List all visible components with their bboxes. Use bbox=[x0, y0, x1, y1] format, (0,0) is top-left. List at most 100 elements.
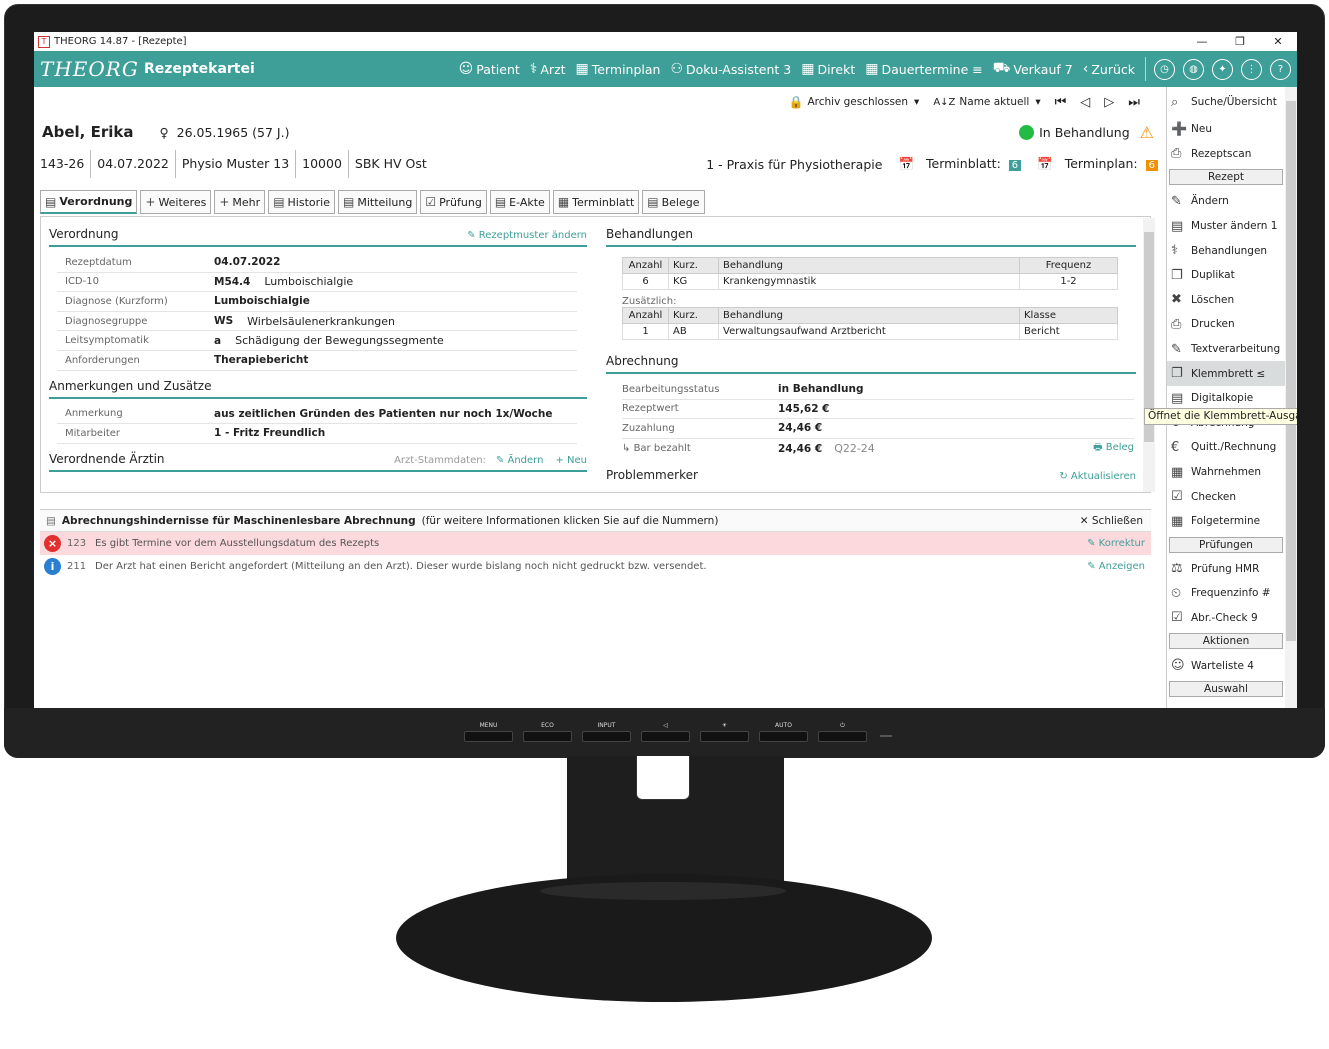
bar-value: 24,46 € bbox=[778, 442, 823, 455]
sidebar-item-muster[interactable]: ▤ Muster ändern 1 bbox=[1167, 214, 1297, 239]
sidebar-item-löschen[interactable]: ✖ Löschen bbox=[1167, 288, 1297, 313]
column-header: Behandlung bbox=[718, 257, 1020, 274]
nav-dauertermine[interactable]: ▦ Dauertermine ≡ bbox=[865, 61, 983, 77]
table-row[interactable]: 6 KG Krankengymnastik 1-2 bbox=[622, 273, 1118, 290]
next-record-icon[interactable]: ▷ bbox=[1104, 95, 1128, 110]
obstacle-row[interactable]: i 211 Der Arzt hat einen Bericht angeforde… bbox=[40, 555, 1151, 578]
sidebar-item-klemmbrett[interactable]: ❐ Klemmbrett ≤ bbox=[1167, 361, 1297, 386]
tab-belege[interactable]: ▤ Belege bbox=[642, 190, 705, 214]
row-key: Anmerkung bbox=[65, 408, 123, 420]
sidebar-item-rezeptscan[interactable]: ⎙ Rezeptscan bbox=[1167, 142, 1297, 167]
sidebar-item-frequenzinfo[interactable]: ⏲ Frequenzinfo # bbox=[1167, 581, 1297, 606]
sidebar-item-ändern[interactable]: ✎ Ändern bbox=[1167, 189, 1297, 214]
link-label: Aktualisieren bbox=[1070, 471, 1136, 483]
close-icon[interactable]: ✕ bbox=[1259, 35, 1297, 48]
obstacle-number[interactable]: 123 bbox=[67, 538, 95, 549]
anmerkung-row: Mitarbeiter 1 - Fritz Freundlich bbox=[57, 424, 577, 444]
nav-terminplan[interactable]: ▦ Terminplan bbox=[576, 61, 661, 77]
tab-weiteres[interactable]: + Weiteres bbox=[140, 190, 212, 214]
tab-mehr[interactable]: + Mehr bbox=[214, 190, 266, 214]
nav-doku-assistent[interactable]: ⚇ Doku-Assistent 3 bbox=[670, 61, 791, 77]
help-icon[interactable]: ? bbox=[1270, 58, 1291, 80]
sidebar-item-selektion[interactable]: ▤Selektion bbox=[1167, 701, 1297, 708]
patient-name[interactable]: Abel, Erika bbox=[42, 123, 133, 141]
sidebar-item-quittrechnung[interactable]: € Quitt./Rechnung bbox=[1167, 435, 1297, 460]
nav-verkauf[interactable]: ⛟ Verkauf 7 bbox=[993, 60, 1073, 78]
sidebar-item-drucken[interactable]: ⎙ Drucken bbox=[1167, 312, 1297, 337]
section-title: Behandlungen bbox=[606, 227, 693, 241]
abrechnung-row: Rezeptwert 145,62 € bbox=[622, 400, 1134, 420]
warning-icon[interactable]: ⚠ bbox=[1140, 123, 1154, 142]
obstacle-action[interactable]: ✎ Anzeigen bbox=[1087, 561, 1145, 572]
table-cell: Krankengymnastik bbox=[718, 273, 1020, 290]
window-titlebar: T THEORG 14.87 - [Rezepte] — ❐ ✕ bbox=[34, 32, 1297, 51]
sidebar-section-header: Prüfungen bbox=[1169, 536, 1283, 553]
row-value: 145,62 € bbox=[778, 402, 830, 415]
verordnung-row: ICD-10 M54.4 Lumboischialgie bbox=[57, 273, 577, 293]
tab-historie[interactable]: ▤ Historie bbox=[268, 190, 335, 214]
arzt-new-link[interactable]: + Neu bbox=[555, 455, 587, 466]
tab-eakte[interactable]: ▤ E-Akte bbox=[489, 190, 550, 214]
sidebar-icon: ❐ bbox=[1171, 366, 1183, 382]
sidebar-item-textverarbeitung[interactable]: ✎ Textverarbeitung bbox=[1167, 337, 1297, 362]
last-record-icon[interactable]: ⏭ bbox=[1128, 95, 1154, 110]
obstacle-row[interactable]: × 123 Es gibt Termine vor dem Ausstellungs… bbox=[40, 532, 1151, 555]
sidebar-item-folgetermine[interactable]: ▦ Folgetermine bbox=[1167, 509, 1297, 534]
obstacle-action[interactable]: ✎ Korrektur bbox=[1087, 538, 1145, 549]
table-row[interactable]: 1 AB Verwaltungsaufwand Arztbericht Bericht bbox=[622, 323, 1118, 340]
support-icon[interactable]: ◍ bbox=[1183, 58, 1204, 80]
refresh-link[interactable]: ↻ Aktualisieren bbox=[1059, 471, 1136, 482]
tab-icon: + bbox=[145, 195, 156, 209]
row-value: WS bbox=[214, 315, 234, 328]
sidebar-item-behandlungen[interactable]: ⚕ Behandlungen bbox=[1167, 238, 1297, 263]
tab-terminblatt[interactable]: ▦ Terminblatt bbox=[552, 190, 640, 214]
nav-direkt[interactable]: ▦ Direkt bbox=[801, 61, 855, 77]
first-record-icon[interactable]: ⏮ bbox=[1055, 95, 1081, 110]
monitor-button-key bbox=[523, 731, 572, 742]
nav-arzt[interactable]: ⚕ Arzt bbox=[530, 61, 566, 77]
sidebar-item-search[interactable]: ⌕ Suche/Übersicht bbox=[1167, 87, 1297, 117]
nav-patient[interactable]: ☺ Patient bbox=[459, 61, 520, 77]
verordnung-row: Leitsymptomatik a Schädigung der Bewegungs… bbox=[57, 331, 577, 351]
tab-mitteilung[interactable]: ▤ Mitteilung bbox=[337, 190, 418, 214]
action-sidebar: ⌕ Suche/Übersicht ➕ Neu ⎙ Rezeptscan Rezept ✎ Än… bbox=[1166, 87, 1297, 708]
patient-header: Abel, Erika ♀ 26.05.1965 (57 J.) In Behan… bbox=[34, 117, 1164, 147]
tab-prfung[interactable]: ☑ Prüfung bbox=[420, 190, 487, 214]
sidebar-item-duplikat[interactable]: ❐ Duplikat bbox=[1167, 263, 1297, 288]
sidebar-icon: ⚖ bbox=[1171, 561, 1183, 577]
calendar-icon: ▦ bbox=[801, 61, 815, 77]
sidebar-item-abrcheck[interactable]: ☑ Abr.-Check 9 bbox=[1167, 606, 1297, 631]
sort-dropdown[interactable]: A↓Z Name aktuell ▾ bbox=[933, 96, 1040, 108]
sidebar-item-warteliste[interactable]: ☺ Warteliste 4 bbox=[1167, 653, 1297, 678]
sidebar-item-neu[interactable]: ➕ Neu bbox=[1167, 117, 1297, 142]
history-icon[interactable]: ◷ bbox=[1154, 58, 1175, 80]
person-icon: ☺ bbox=[458, 61, 474, 77]
nav-zurück[interactable]: ‹ Zurück bbox=[1083, 61, 1135, 77]
sidebar-item-label: Neu bbox=[1191, 123, 1212, 136]
sidebar-item-digitalkopie[interactable]: ▤ Digitalkopie bbox=[1167, 386, 1297, 411]
sidebar-item-wahrnehmen[interactable]: ▦ Wahrnehmen bbox=[1167, 460, 1297, 485]
more-icon[interactable]: ⋮ bbox=[1241, 58, 1262, 80]
terminplan-link[interactable]: 📅 Terminplan: 6 bbox=[1029, 156, 1158, 172]
prev-record-icon[interactable]: ◁ bbox=[1080, 95, 1104, 110]
lock-icon: 🔒 bbox=[788, 95, 804, 109]
terminblatt-link[interactable]: 📅 Terminblatt: 6 bbox=[890, 156, 1022, 172]
sidebar-item-label: Muster ändern 1 bbox=[1191, 220, 1278, 233]
tab-verordnung[interactable]: ▤ Verordnung bbox=[40, 190, 138, 214]
sidebar-scrollbar-thumb[interactable] bbox=[1286, 101, 1296, 641]
rx-number: 143-26 bbox=[34, 150, 92, 178]
sidebar-item-checken[interactable]: ☑ Checken bbox=[1167, 484, 1297, 509]
nav-label: Dauertermine ≡ bbox=[881, 61, 983, 77]
archive-dropdown[interactable]: 🔒 Archiv geschlossen ▾ bbox=[789, 95, 920, 109]
obstacle-number[interactable]: 211 bbox=[67, 561, 95, 572]
tab-label: Belege bbox=[661, 195, 700, 209]
restore-icon[interactable]: ❐ bbox=[1221, 35, 1259, 48]
rezeptmuster-link[interactable]: ✎ Rezeptmuster ändern bbox=[467, 230, 587, 241]
close-panel-button[interactable]: ✕ Schließen bbox=[1080, 515, 1143, 527]
minimize-icon[interactable]: — bbox=[1183, 35, 1221, 48]
sidebar-item-label: Abr.-Check 9 bbox=[1191, 611, 1258, 624]
beleg-link[interactable]: 🖶 Beleg bbox=[1093, 440, 1134, 457]
settings-icon[interactable]: ✦ bbox=[1212, 58, 1233, 80]
arzt-edit-link[interactable]: ✎ Ändern bbox=[496, 455, 544, 466]
sidebar-item-prüfung[interactable]: ⚖ Prüfung HMR bbox=[1167, 557, 1297, 582]
